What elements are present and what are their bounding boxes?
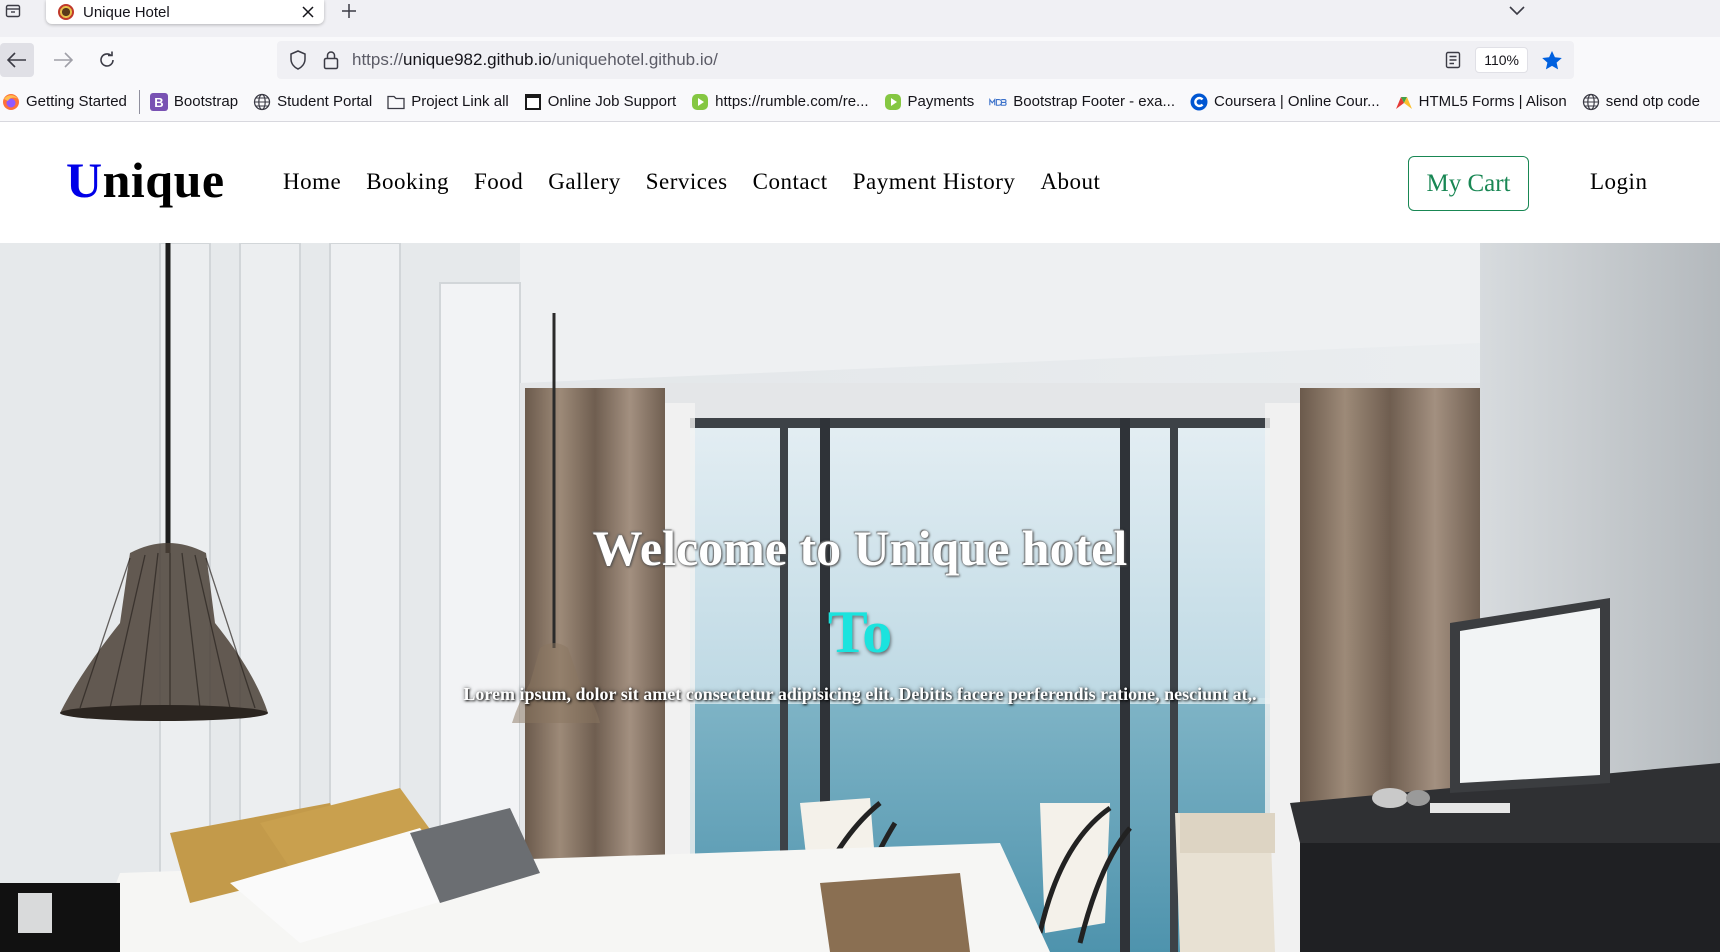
browser-toolbar: https://unique982.github.io/uniquehotel.… [0, 37, 1720, 82]
bookmark-label: send otp code [1605, 93, 1700, 110]
tab-title: Unique Hotel [83, 3, 170, 21]
bookmark-label: Online Job Support [547, 93, 677, 110]
bookmark-item[interactable]: Payments [884, 93, 975, 111]
hero-banner: Welcome to Unique hotel To Lorem ipsum, … [0, 243, 1720, 952]
reader-view-icon [1446, 51, 1461, 69]
plus-icon [342, 4, 356, 18]
bookmark-label: https://rumble.com/re... [715, 93, 869, 110]
url-text[interactable]: https://unique982.github.io/uniquehotel.… [352, 50, 1441, 70]
active-tab[interactable]: Unique Hotel [46, 0, 324, 24]
shield-icon [290, 50, 306, 70]
close-icon [302, 6, 314, 18]
bookmark-item[interactable]: https://rumble.com/re... [691, 93, 869, 111]
bookmark-label: Bootstrap Footer - exa... [1013, 93, 1175, 110]
nav-link-booking[interactable]: Booking [366, 169, 449, 195]
url-path: /uniquehotel.github.io/ [551, 50, 718, 69]
coursera-icon [1190, 93, 1208, 111]
mdb-icon [989, 93, 1007, 111]
lock-icon [323, 51, 339, 70]
nav-link-food[interactable]: Food [474, 169, 523, 195]
zoom-level-button[interactable]: 110% [1475, 47, 1528, 73]
site-header: Unique Home Booking Food Gallery Service… [0, 122, 1720, 243]
tab-list-icon [5, 4, 21, 18]
nav-link-contact[interactable]: Contact [753, 169, 828, 195]
brand-logo[interactable]: Unique [66, 151, 225, 209]
chevron-down-icon [1509, 6, 1525, 16]
bookmark-page-button[interactable] [1538, 50, 1566, 71]
rumble-icon [884, 93, 902, 111]
bookmark-item[interactable]: HTML5 Forms | Alison [1395, 93, 1567, 111]
bootstrap-icon: B [149, 92, 168, 111]
nav-link-gallery[interactable]: Gallery [548, 169, 620, 195]
reload-button[interactable] [90, 43, 124, 77]
forward-button[interactable] [46, 43, 80, 77]
main-nav: Home Booking Food Gallery Services Conta… [283, 169, 1125, 195]
folder-icon [387, 93, 405, 111]
bookmark-label: Getting Started [26, 93, 127, 110]
bookmark-item[interactable]: send otp code [1582, 93, 1700, 111]
hotel-favicon-icon [58, 4, 74, 20]
bookmark-item[interactable]: B Bootstrap [149, 92, 239, 111]
bookmark-item[interactable]: Getting Started [2, 93, 127, 111]
arrow-left-icon [7, 52, 26, 68]
back-button[interactable] [0, 43, 34, 77]
nav-link-services[interactable]: Services [646, 169, 728, 195]
my-cart-button[interactable]: My Cart [1408, 156, 1529, 211]
tracking-protection-button[interactable] [286, 50, 310, 70]
close-tab-button[interactable] [296, 1, 320, 23]
bookmark-label: Student Portal [277, 93, 373, 110]
reader-view-button[interactable] [1441, 51, 1465, 69]
alison-icon [1395, 93, 1413, 111]
address-bar[interactable]: https://unique982.github.io/uniquehotel.… [277, 41, 1574, 79]
bookmark-label: Coursera | Online Cour... [1214, 93, 1380, 110]
bookmark-item[interactable]: Coursera | Online Cour... [1190, 93, 1380, 111]
bookmark-label: Project Link all [411, 93, 509, 110]
bookmark-item[interactable]: Project Link all [387, 93, 509, 111]
hero-description: Lorem ipsum, dolor sit amet consectetur … [463, 684, 1257, 704]
new-tab-button[interactable] [336, 0, 362, 22]
hero-subtitle: To [827, 599, 893, 665]
bookmark-item[interactable]: Bootstrap Footer - exa... [989, 93, 1175, 111]
nav-link-home[interactable]: Home [283, 169, 341, 195]
star-icon [1542, 50, 1562, 69]
nav-link-payment-history[interactable]: Payment History [853, 169, 1016, 195]
bookmark-label: HTML5 Forms | Alison [1418, 93, 1567, 110]
url-host: unique982.github.io [403, 50, 552, 69]
svg-text:B: B [154, 95, 163, 110]
reload-icon [100, 51, 114, 67]
bookmark-label: Payments [907, 93, 975, 110]
firefox-icon [2, 93, 20, 111]
bookmark-label: Bootstrap [173, 93, 239, 110]
brand-first-letter: U [66, 152, 103, 208]
site-info-button[interactable] [320, 50, 342, 70]
hero-text: Welcome to Unique hotel To Lorem ipsum, … [0, 243, 1720, 952]
login-link[interactable]: Login [1590, 169, 1647, 195]
nav-link-about[interactable]: About [1040, 169, 1100, 195]
page-icon [524, 93, 542, 111]
hero-title: Welcome to Unique hotel [592, 520, 1128, 576]
bookmark-separator [138, 89, 140, 114]
globe-icon [1582, 93, 1600, 111]
bookmarks-toolbar: Getting Started B Bootstrap Student Port… [0, 82, 1720, 122]
browser-tab-bar: Unique Hotel [0, 0, 1720, 37]
tab-list-button[interactable] [0, 0, 26, 22]
brand-rest: nique [102, 152, 225, 208]
list-all-tabs-button[interactable] [1504, 0, 1530, 22]
url-scheme: https:// [352, 50, 404, 69]
globe-icon [253, 93, 271, 111]
bookmark-item[interactable]: Online Job Support [524, 93, 676, 111]
bookmark-item[interactable]: Student Portal [253, 93, 372, 111]
rumble-icon [691, 93, 709, 111]
arrow-right-icon [54, 52, 73, 68]
